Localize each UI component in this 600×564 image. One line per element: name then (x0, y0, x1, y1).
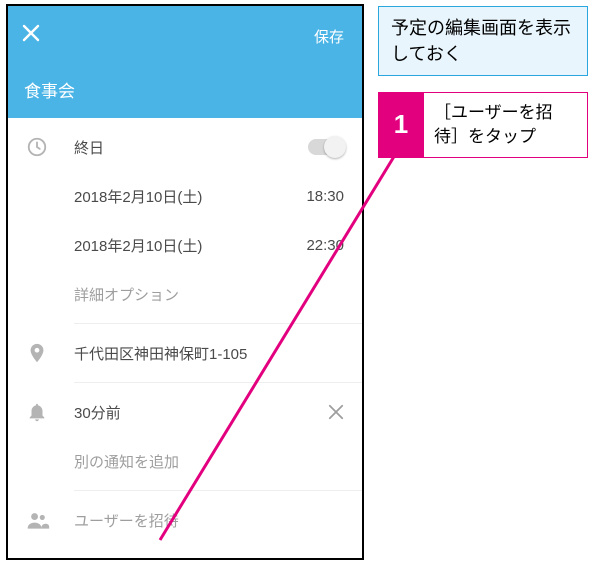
row-add-reminder[interactable]: 別の通知を追加 (8, 437, 362, 486)
clock-icon (26, 136, 74, 158)
phone-frame: 保存 食事会 終日 2018年2月10日(土) 18:30 2018年2月10日… (6, 4, 364, 560)
bell-icon (26, 401, 74, 423)
row-location[interactable]: 千代田区神田神保町1-105 (8, 328, 362, 378)
row-more-options[interactable]: 詳細オプション (8, 270, 362, 319)
end-time[interactable]: 22:30 (306, 237, 344, 254)
reminder-text[interactable]: 30分前 (74, 402, 328, 423)
callout-context: 予定の編集画面を表示しておく (378, 6, 588, 76)
divider (74, 382, 362, 383)
row-end[interactable]: 2018年2月10日(土) 22:30 (8, 221, 362, 270)
divider (74, 490, 362, 491)
location-text[interactable]: 千代田区神田神保町1-105 (74, 343, 344, 364)
remove-reminder-icon[interactable] (328, 404, 344, 420)
row-all-day: 終日 (8, 122, 362, 172)
close-icon[interactable] (22, 24, 40, 42)
location-icon (26, 342, 74, 364)
row-reminder[interactable]: 30分前 (8, 387, 362, 437)
add-reminder-label[interactable]: 別の通知を追加 (74, 451, 344, 472)
invite-users-label[interactable]: ユーザーを招待 (74, 510, 344, 531)
start-date[interactable]: 2018年2月10日(土) (74, 186, 306, 207)
start-time[interactable]: 18:30 (306, 188, 344, 205)
all-day-toggle[interactable] (308, 139, 344, 155)
all-day-label: 終日 (74, 137, 308, 158)
app-header: 保存 食事会 (8, 6, 362, 118)
callout-step-1: 1 ［ユーザーを招待］をタップ (378, 92, 588, 158)
save-button[interactable]: 保存 (314, 26, 344, 47)
end-date[interactable]: 2018年2月10日(土) (74, 235, 306, 256)
step-instruction: ［ユーザーを招待］をタップ (424, 92, 588, 158)
event-title[interactable]: 食事会 (24, 77, 75, 102)
divider (74, 323, 362, 324)
row-start[interactable]: 2018年2月10日(土) 18:30 (8, 172, 362, 221)
row-invite-users[interactable]: ユーザーを招待 (8, 495, 362, 545)
more-options-label[interactable]: 詳細オプション (74, 284, 344, 305)
form-body: 終日 2018年2月10日(土) 18:30 2018年2月10日(土) 22:… (8, 118, 362, 545)
step-number: 1 (378, 92, 424, 158)
people-icon (26, 509, 74, 531)
